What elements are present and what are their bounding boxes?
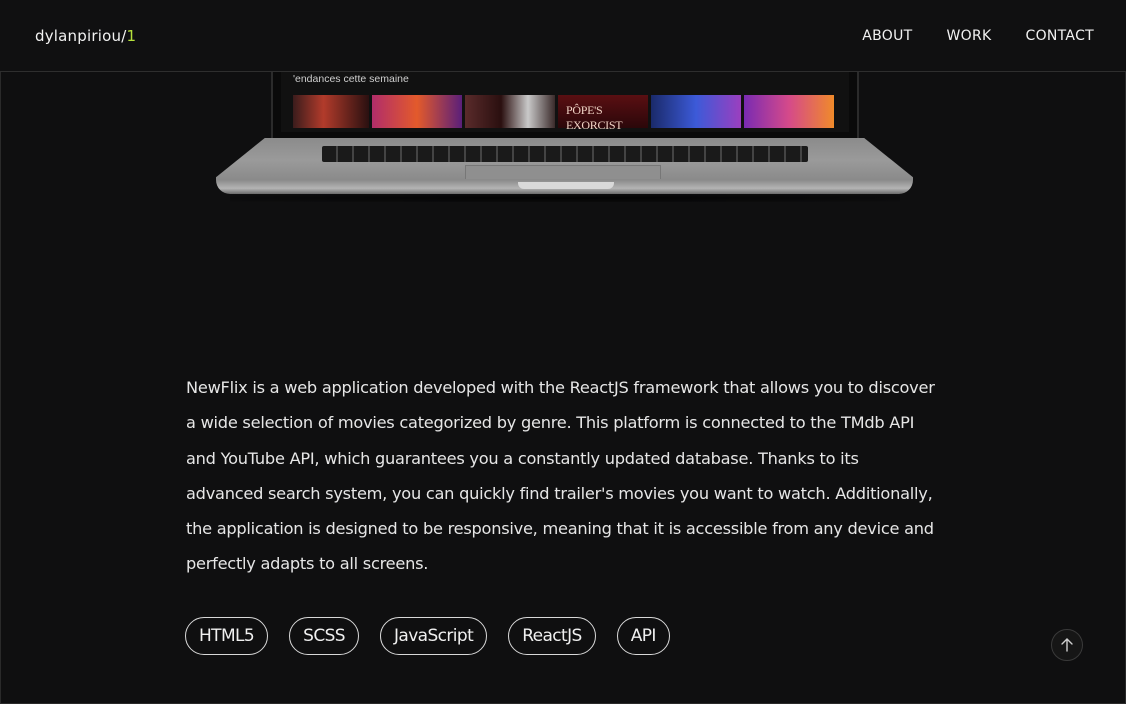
- nav-contact[interactable]: CONTACT: [1026, 28, 1095, 44]
- laptop-hinge: [518, 182, 614, 189]
- laptop-shadow: [230, 194, 900, 202]
- poster-row: PÔPE'S EXORCIST: [293, 95, 834, 132]
- tag-javascript: JavaScript: [379, 617, 488, 655]
- site-logo[interactable]: dylanpiriou/1: [35, 27, 136, 45]
- laptop-keyboard: [322, 146, 808, 162]
- logo-name: dylanpiriou: [35, 27, 122, 45]
- project-description: NewFlix is a web application developed w…: [186, 378, 935, 574]
- movie-poster: PÔPE'S EXORCIST: [558, 95, 648, 132]
- tag-api: API: [616, 617, 670, 655]
- site-header: dylanpiriou/1 ABOUT WORK CONTACT: [0, 0, 1126, 72]
- tech-tags: HTML5 SCSS JavaScript ReactJS API: [185, 617, 670, 655]
- trending-label: 'endances cette semaine: [293, 73, 409, 85]
- logo-number: 1: [126, 27, 137, 45]
- movie-poster: [293, 95, 369, 128]
- tag-reactjs: ReactJS: [508, 617, 596, 655]
- movie-poster: [744, 95, 834, 128]
- laptop-trackpad: [465, 165, 661, 179]
- movie-poster: [465, 95, 555, 128]
- nav-work[interactable]: WORK: [947, 28, 992, 44]
- arrow-up-icon: [1061, 638, 1073, 652]
- poster-title: PÔPE'S EXORCIST: [566, 103, 623, 132]
- tag-html5: HTML5: [185, 617, 269, 655]
- tag-scss: SCSS: [289, 617, 359, 655]
- movie-poster: [651, 95, 741, 128]
- main-nav: ABOUT WORK CONTACT: [862, 28, 1094, 44]
- nav-about[interactable]: ABOUT: [862, 28, 912, 44]
- scroll-to-top-button[interactable]: [1051, 629, 1083, 661]
- movie-poster: [372, 95, 462, 128]
